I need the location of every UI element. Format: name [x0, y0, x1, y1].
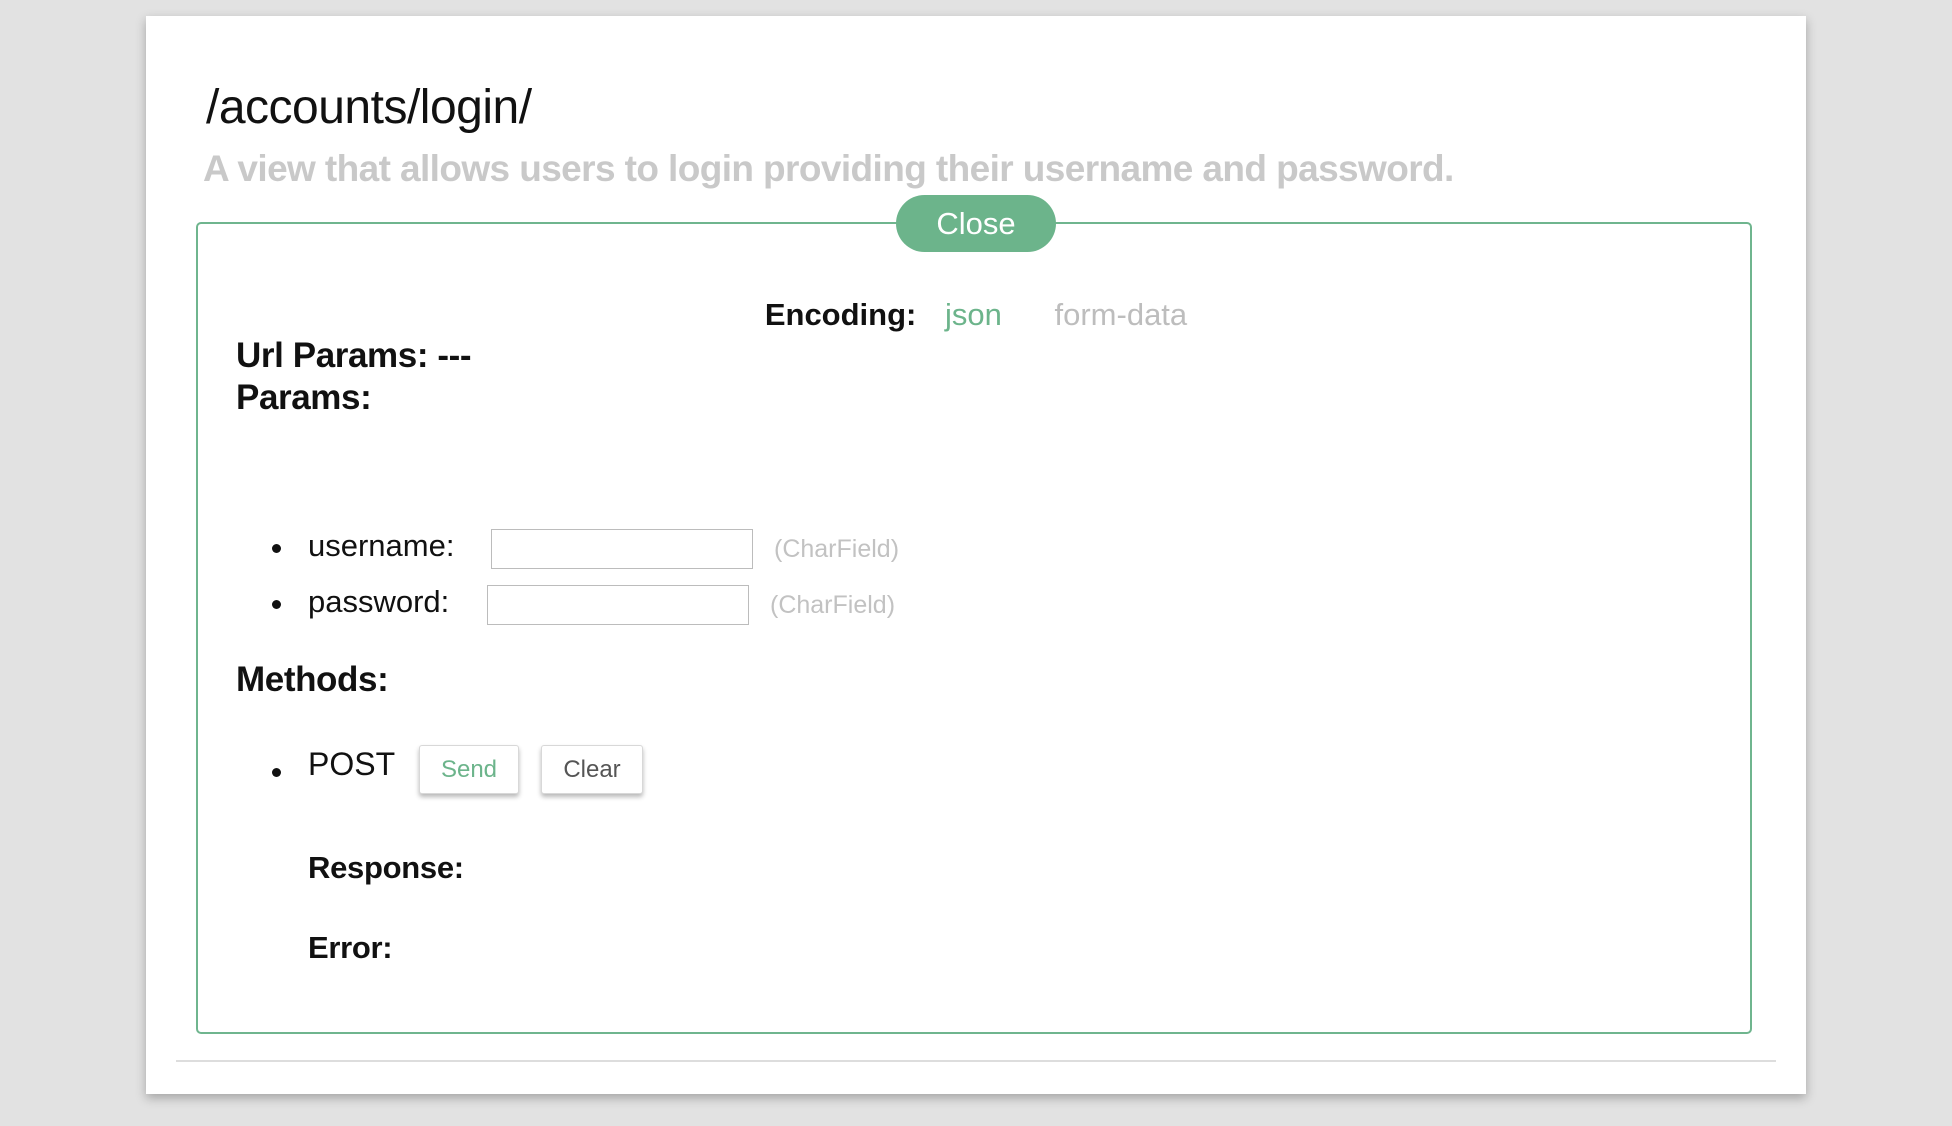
endpoint-path: /accounts/login/ — [206, 81, 532, 134]
list-bullet — [272, 544, 281, 553]
param-label-username: username: — [308, 528, 455, 563]
encoding-option-form-data[interactable]: form-data — [1055, 297, 1188, 332]
close-button[interactable]: Close — [896, 195, 1056, 252]
response-label: Response: — [308, 850, 464, 885]
param-label-password: password: — [308, 584, 450, 619]
param-type-password: (CharField) — [770, 591, 896, 619]
param-type-username: (CharField) — [774, 535, 900, 563]
url-params-heading: Url Params: --- — [236, 336, 472, 375]
list-bullet — [272, 600, 281, 609]
send-button[interactable]: Send — [419, 745, 519, 794]
endpoint-description: A view that allows users to login provid… — [203, 148, 1454, 189]
methods-heading: Methods: — [236, 660, 389, 699]
encoding-label: Encoding: — [764, 297, 917, 332]
list-bullet — [272, 768, 281, 777]
card-divider — [176, 1060, 1776, 1062]
encoding-selector: Encoding: json form-data — [146, 297, 1806, 333]
password-input[interactable] — [487, 585, 749, 625]
error-label: Error: — [308, 930, 393, 965]
method-post-label: POST — [308, 746, 396, 782]
params-heading: Params: — [236, 378, 372, 417]
endpoint-card: /accounts/login/ A view that allows user… — [146, 16, 1806, 1094]
encoding-option-json[interactable]: json — [945, 297, 1002, 332]
username-input[interactable] — [491, 529, 753, 569]
clear-button[interactable]: Clear — [541, 745, 643, 794]
